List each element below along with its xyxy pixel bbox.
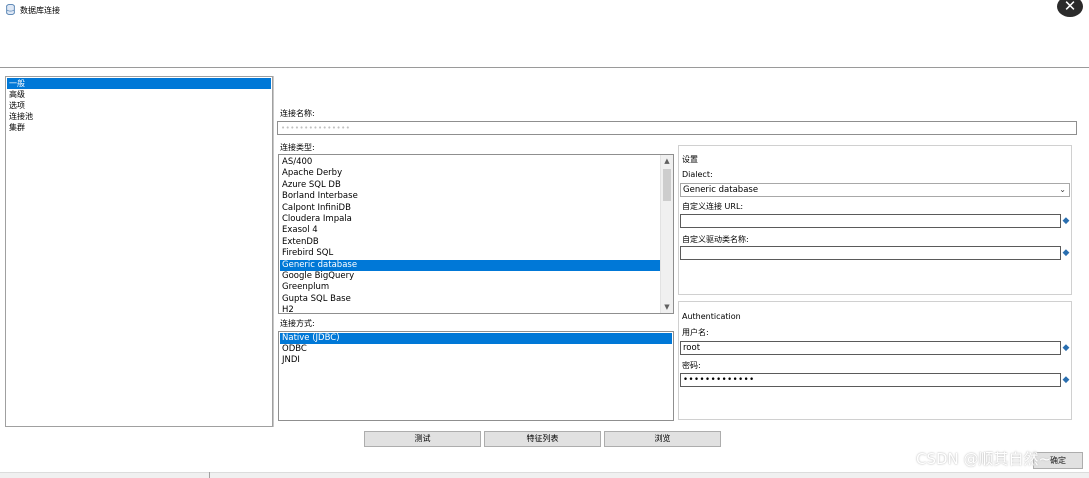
access-method-label: 连接方式: [280, 319, 315, 328]
conn-type-list[interactable]: AS/400 Apache Derby Azure SQL DB Borland… [278, 154, 674, 314]
conn-type-item[interactable]: Firebird SQL [280, 248, 661, 259]
conn-type-item[interactable]: Google BigQuery [280, 271, 661, 282]
nav-item-pooling[interactable]: 连接池 [7, 111, 271, 122]
nav-item-advanced[interactable]: 高级 [7, 89, 271, 100]
database-icon [6, 4, 15, 15]
conn-type-item[interactable]: Apache Derby [280, 168, 661, 179]
divider [209, 472, 210, 478]
conn-type-item[interactable]: Exasol 4 [280, 225, 661, 236]
title-bar: 数据库连接 [0, 0, 1089, 68]
nav-item-cluster[interactable]: 集群 [7, 122, 271, 133]
auth-group-title: Authentication [682, 312, 741, 321]
custom-driver-label: 自定义驱动类名称: [682, 235, 749, 244]
conn-type-item-selected[interactable]: Generic database [280, 259, 661, 271]
conn-type-item[interactable]: Gupta SQL Base [280, 294, 661, 305]
chevron-down-icon: ⌄ [1059, 185, 1066, 194]
conn-type-item[interactable]: Azure SQL DB [280, 180, 661, 191]
dialect-select[interactable]: Generic database ⌄ [680, 183, 1070, 197]
window-title: 数据库连接 [20, 6, 60, 15]
nav-item-general[interactable]: 一般 [7, 78, 271, 89]
nav-item-options[interactable]: 选项 [7, 100, 271, 111]
conn-type-item[interactable]: ExtenDB [280, 237, 661, 248]
dialect-label: Dialect: [682, 170, 713, 179]
custom-url-field[interactable] [680, 214, 1061, 228]
conn-type-item[interactable]: Cloudera Impala [280, 214, 661, 225]
conn-type-item[interactable]: Borland Interbase [280, 191, 661, 202]
custom-url-label: 自定义连接 URL: [682, 202, 744, 211]
variable-icon[interactable]: ◆ [1062, 216, 1070, 226]
password-field[interactable]: ••••••••••••• [680, 373, 1061, 387]
feature-list-button[interactable]: 特征列表 [484, 431, 601, 447]
custom-driver-field[interactable] [680, 246, 1061, 260]
access-method-item-selected[interactable]: Native (JDBC) [280, 333, 672, 344]
conn-name-value: ••••••••••••••• [281, 124, 351, 132]
conn-type-scrollbar[interactable]: ▲ ▼ [660, 155, 673, 313]
access-method-list[interactable]: Native (JDBC) ODBC JNDI [278, 331, 674, 421]
category-nav: 一般 高级 选项 连接池 集群 [5, 76, 273, 427]
variable-icon[interactable]: ◆ [1062, 375, 1070, 385]
test-button[interactable]: 测试 [364, 431, 481, 447]
username-field[interactable]: root [680, 341, 1061, 355]
variable-icon[interactable]: ◆ [1062, 248, 1070, 258]
username-label: 用户名: [682, 328, 709, 337]
close-icon: ✕ [1063, 0, 1077, 15]
conn-type-label: 连接类型: [280, 143, 315, 152]
watermark: CSDN @顺其自然~ [916, 450, 1052, 468]
conn-name-label: 连接名称: [280, 109, 315, 118]
access-method-item[interactable]: JNDI [280, 355, 672, 366]
dialect-value: Generic database [683, 185, 759, 195]
conn-type-item[interactable]: Calpont InfiniDB [280, 203, 661, 214]
variable-icon[interactable]: ◆ [1062, 343, 1070, 353]
conn-name-field[interactable]: ••••••••••••••• [277, 121, 1077, 135]
chevron-up-icon[interactable]: ▲ [661, 155, 673, 167]
browse-button[interactable]: 浏览 [604, 431, 721, 447]
chevron-down-icon[interactable]: ▼ [661, 301, 673, 313]
conn-type-item[interactable]: Greenplum [280, 282, 661, 293]
bottom-strip [0, 472, 1089, 478]
settings-group-title: 设置 [682, 155, 698, 164]
conn-type-item[interactable]: H2 [280, 305, 661, 313]
conn-type-item[interactable]: AS/400 [280, 157, 661, 168]
access-method-item[interactable]: ODBC [280, 344, 672, 355]
password-label: 密码: [682, 361, 701, 370]
scroll-thumb[interactable] [663, 169, 671, 201]
